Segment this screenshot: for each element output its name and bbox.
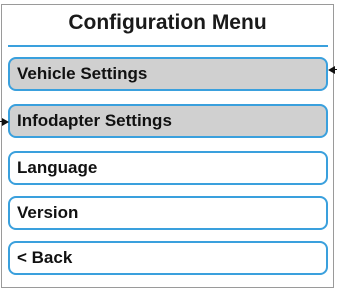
menu-item-language[interactable]: Language	[8, 151, 328, 185]
menu-item-back[interactable]: < Back	[8, 241, 328, 275]
page-title: Configuration Menu	[68, 11, 267, 34]
title-divider	[8, 45, 328, 47]
menu-item-vehicle-settings[interactable]: Vehicle Settings	[8, 57, 328, 91]
menu-item-infodapter-settings[interactable]: Infodapter Settings	[8, 104, 328, 138]
menu-item-version[interactable]: Version	[8, 196, 328, 230]
